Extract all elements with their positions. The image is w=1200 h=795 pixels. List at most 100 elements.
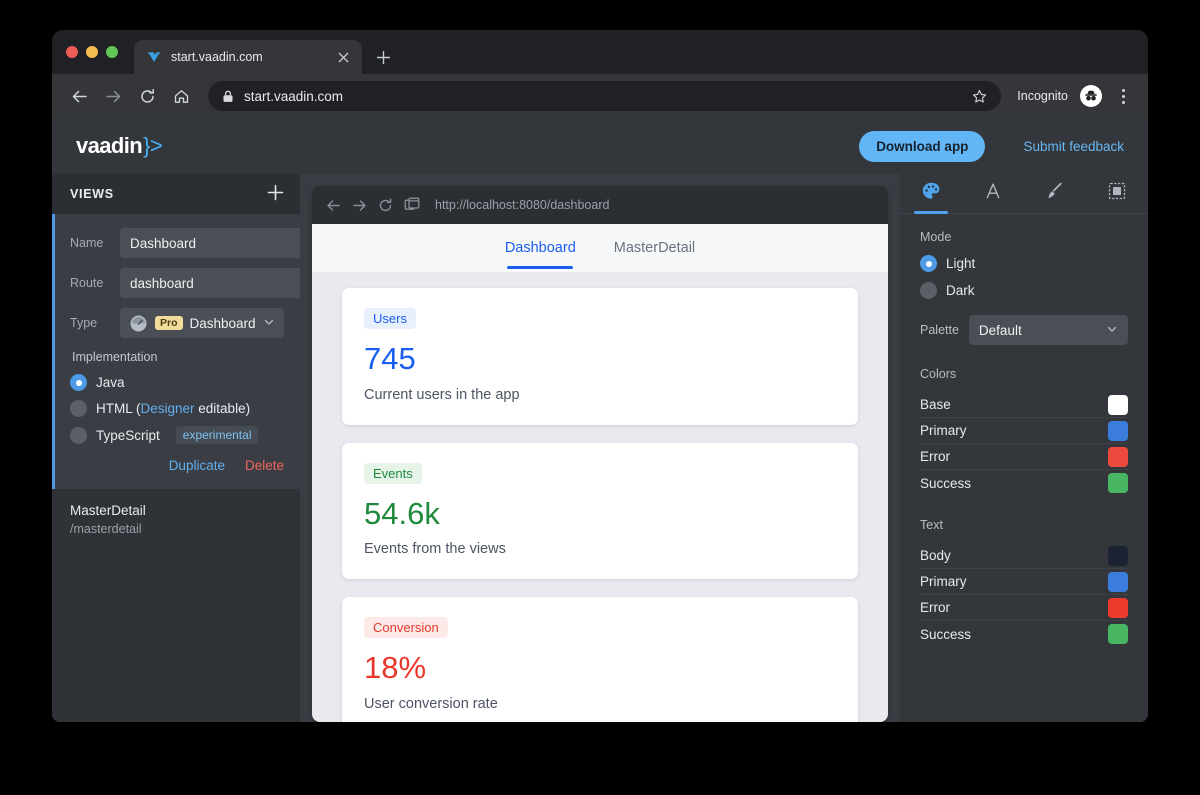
kebab-menu-icon[interactable] xyxy=(1110,88,1136,104)
color-swatch[interactable] xyxy=(1108,624,1128,644)
radio-icon xyxy=(70,400,87,417)
color-row-error[interactable]: Error xyxy=(920,444,1128,470)
radio-icon xyxy=(920,255,937,272)
mode-label-light: Light xyxy=(946,256,976,271)
view-type-value: Dashboard xyxy=(189,315,256,331)
reload-icon[interactable] xyxy=(378,198,393,213)
color-swatch[interactable] xyxy=(1108,473,1128,493)
tab-typography[interactable] xyxy=(962,174,1024,213)
preview-toolbar: http://localhost:8080/dashboard xyxy=(312,186,888,224)
metric-description: User conversion rate xyxy=(364,695,498,712)
duplicate-view-button[interactable]: Duplicate xyxy=(169,458,225,473)
color-swatch[interactable] xyxy=(1108,571,1128,592)
view-type-row: Type Pro Dashboard xyxy=(70,308,284,338)
add-view-button[interactable] xyxy=(267,184,284,205)
designer-link[interactable]: Designer xyxy=(141,401,195,416)
tab-dashboard[interactable]: Dashboard xyxy=(501,224,580,272)
view-item-name: MasterDetail xyxy=(70,503,146,518)
view-name-input[interactable] xyxy=(120,228,317,258)
address-bar[interactable]: start.vaadin.com xyxy=(208,81,1002,111)
preview-frame: http://localhost:8080/dashboard Dashboar… xyxy=(312,186,888,722)
star-icon[interactable] xyxy=(972,89,987,104)
copy-window-icon[interactable] xyxy=(404,197,420,213)
color-label: Primary xyxy=(920,574,967,589)
experimental-badge: experimental xyxy=(175,426,259,444)
arrow-left-icon[interactable] xyxy=(64,81,94,111)
browser-window: start.vaadin.com start.vaadin.com Incogn… xyxy=(52,30,1148,722)
color-label: Success xyxy=(920,626,972,642)
arrow-right-icon[interactable] xyxy=(98,81,128,111)
color-swatch[interactable] xyxy=(1108,597,1128,618)
text-color-row-success[interactable]: Success xyxy=(920,621,1128,647)
shape-icon xyxy=(1107,181,1127,206)
view-route-label: Route xyxy=(70,276,104,290)
text-color-row-primary[interactable]: Primary xyxy=(920,569,1128,595)
view-item-route: /masterdetail xyxy=(70,522,142,536)
typography-icon xyxy=(983,181,1003,206)
delete-view-button[interactable]: Delete xyxy=(245,458,284,473)
tab-effects[interactable] xyxy=(1024,174,1086,213)
tab-colors[interactable] xyxy=(900,174,962,214)
tab-masterdetail[interactable]: MasterDetail xyxy=(610,224,699,272)
browser-toolbar: start.vaadin.com Incognito xyxy=(52,74,1148,118)
palette-value: Default xyxy=(978,322,1022,338)
submit-feedback-link[interactable]: Submit feedback xyxy=(1023,139,1124,154)
incognito-avatar-icon[interactable] xyxy=(1080,85,1102,107)
color-swatch[interactable] xyxy=(1108,420,1128,441)
browser-tab[interactable]: start.vaadin.com xyxy=(134,40,362,74)
implementation-option-typescript[interactable]: TypeScript experimental xyxy=(70,426,284,444)
metric-card-conversion: Conversion 18% User conversion rate xyxy=(342,597,858,722)
plus-icon[interactable] xyxy=(368,40,398,74)
close-window-button[interactable] xyxy=(66,46,78,58)
download-app-button[interactable]: Download app xyxy=(859,130,986,162)
palette-row: Palette Default xyxy=(920,315,1128,345)
metric-description: Current users in the app xyxy=(364,386,520,403)
profile-label: Incognito xyxy=(1017,89,1068,103)
app-body: VIEWS Name Route Type xyxy=(52,174,1148,722)
lock-icon xyxy=(222,90,234,103)
color-swatch[interactable] xyxy=(1108,545,1128,566)
browser-tab-title: start.vaadin.com xyxy=(171,50,263,64)
sidebar-item-masterdetail[interactable]: MasterDetail /masterdetail xyxy=(52,489,300,550)
brush-icon xyxy=(1045,181,1065,206)
tab-shape[interactable] xyxy=(1086,174,1148,213)
view-type-select[interactable]: Pro Dashboard xyxy=(120,308,284,338)
views-heading: VIEWS xyxy=(70,187,114,201)
radio-icon xyxy=(70,426,87,444)
metric-card-users: Users 745 Current users in the app xyxy=(342,288,858,425)
palette-select[interactable]: Default xyxy=(968,315,1128,345)
home-icon[interactable] xyxy=(166,81,196,111)
close-icon[interactable] xyxy=(334,48,352,66)
text-color-row-error[interactable]: Error xyxy=(920,595,1128,621)
pro-badge: Pro xyxy=(155,316,183,330)
mode-option-light[interactable]: Light xyxy=(920,255,1128,272)
view-route-input[interactable] xyxy=(120,268,317,298)
colors-title: Colors xyxy=(920,367,957,381)
vaadin-favicon-icon xyxy=(146,49,162,65)
color-label: Body xyxy=(920,548,951,563)
implementation-option-html[interactable]: HTML (Designer editable) xyxy=(70,400,284,417)
vaadin-logo[interactable]: vaadin}> xyxy=(76,133,163,159)
color-row-success[interactable]: Success xyxy=(920,470,1128,496)
vaadin-logo-text: vaadin xyxy=(76,133,143,158)
metric-description: Events from the views xyxy=(364,541,506,558)
color-row-primary[interactable]: Primary xyxy=(920,418,1128,444)
color-swatch[interactable] xyxy=(1108,394,1128,415)
window-controls xyxy=(66,30,134,74)
implementation-option-java[interactable]: Java xyxy=(70,374,284,391)
minimize-window-button[interactable] xyxy=(86,46,98,58)
color-row-base[interactable]: Base xyxy=(920,392,1128,418)
mode-option-dark[interactable]: Dark xyxy=(920,282,1128,299)
arrow-left-icon[interactable] xyxy=(326,198,341,213)
views-header: VIEWS xyxy=(52,174,300,214)
text-color-row-body[interactable]: Body xyxy=(920,543,1128,569)
impl-html-prefix: HTML ( xyxy=(96,401,141,416)
color-swatch[interactable] xyxy=(1108,446,1128,467)
arrow-right-icon[interactable] xyxy=(352,198,367,213)
metric-card-events: Events 54.6k Events from the views xyxy=(342,442,858,580)
color-label: Base xyxy=(920,397,951,412)
implementation-title: Implementation xyxy=(72,350,158,364)
reload-icon[interactable] xyxy=(132,81,162,111)
maximize-window-button[interactable] xyxy=(106,46,118,58)
metric-value: 18% xyxy=(364,650,427,686)
